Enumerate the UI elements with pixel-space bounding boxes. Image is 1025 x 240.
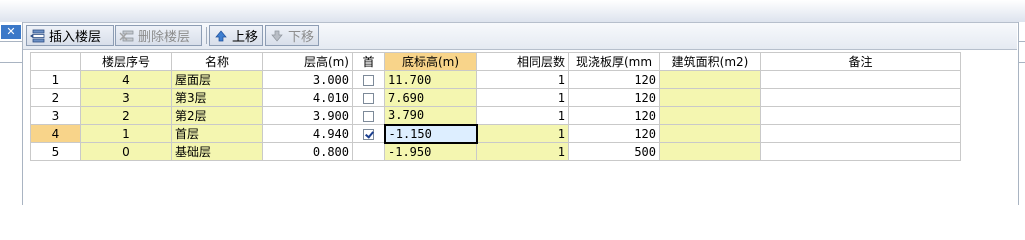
first-floor-cell <box>352 142 385 161</box>
window-top-strip <box>0 0 1025 23</box>
first-floor-checkbox[interactable] <box>363 92 374 104</box>
floor-height-cell[interactable]: 4.010 <box>262 88 353 107</box>
row-number[interactable]: 4 <box>30 124 81 143</box>
column-header[interactable]: 首 <box>352 52 385 71</box>
floor-name-cell[interactable]: 首层 <box>171 124 263 143</box>
row-number-header <box>30 52 81 71</box>
floor-name-cell[interactable]: 第2层 <box>171 106 263 125</box>
first-floor-checkbox[interactable] <box>363 74 374 86</box>
delete-floor-label: 删除楼层 <box>138 30 191 45</box>
column-header-selected[interactable]: 底标高(m) <box>384 52 477 71</box>
bottom-elevation-cell[interactable]: 3.790 <box>384 106 477 125</box>
floor-area-cell[interactable] <box>659 142 761 161</box>
floor-seq-cell[interactable]: 0 <box>80 142 172 161</box>
first-floor-checkbox[interactable] <box>363 110 374 122</box>
table-row[interactable]: 3 2 第2层 3.900 3.790 1 120 <box>30 106 961 125</box>
note-cell[interactable] <box>760 88 961 107</box>
table-row[interactable]: 1 4 屋面层 3.000 11.700 1 120 <box>30 70 961 89</box>
column-header[interactable]: 备注 <box>760 52 961 71</box>
column-header[interactable]: 建筑面积(m2) <box>659 52 761 71</box>
same-floors-cell[interactable]: 1 <box>476 124 569 143</box>
delete-floor-button[interactable]: 删除楼层 <box>115 25 202 46</box>
move-down-label: 下移 <box>288 30 315 45</box>
row-number[interactable]: 5 <box>30 142 81 161</box>
note-cell[interactable] <box>760 124 961 143</box>
first-floor-checkbox[interactable] <box>362 128 374 140</box>
arrow-down-icon <box>269 28 285 44</box>
floor-toolbar: 插入楼层 删除楼层 上移 下移 <box>23 23 1017 50</box>
bottom-elevation-cell[interactable]: 7.690 <box>384 88 477 107</box>
floor-area-cell[interactable] <box>659 70 761 89</box>
bottom-elevation-cell[interactable]: 11.700 <box>384 70 477 89</box>
floor-seq-cell[interactable]: 4 <box>80 70 172 89</box>
left-panel-divider <box>0 62 22 63</box>
table-row-selected[interactable]: 4 1 首层 4.940 -1.150 1 120 <box>30 123 961 144</box>
insert-floor-icon <box>30 28 46 44</box>
column-header[interactable]: 现浇板厚(mm <box>568 52 660 71</box>
same-floors-cell[interactable]: 1 <box>476 142 569 161</box>
table-header-row: 楼层序号 名称 层高(m) 首 底标高(m) 相同层数 现浇板厚(mm 建筑面积… <box>30 52 961 71</box>
arrow-up-icon <box>213 28 229 44</box>
floor-area-cell[interactable] <box>659 106 761 125</box>
insert-floor-button[interactable]: 插入楼层 <box>26 25 114 46</box>
bottom-elevation-cell[interactable]: -1.950 <box>384 142 477 161</box>
close-icon[interactable]: ✕ <box>1 25 21 39</box>
floor-height-cell[interactable]: 0.800 <box>262 142 353 161</box>
row-number[interactable]: 3 <box>30 106 81 125</box>
table-row[interactable]: 5 0 基础层 0.800 -1.950 1 500 <box>30 142 961 161</box>
left-panel-divider <box>0 41 22 42</box>
first-floor-cell[interactable] <box>352 124 385 143</box>
floor-area-cell[interactable] <box>659 124 761 143</box>
slab-thickness-cell[interactable]: 120 <box>568 106 660 125</box>
bottom-elevation-active-cell[interactable]: -1.150 <box>383 123 478 144</box>
right-panel-edge <box>1018 22 1025 205</box>
move-down-button[interactable]: 下移 <box>265 25 319 46</box>
move-up-label: 上移 <box>232 30 259 45</box>
note-cell[interactable] <box>760 142 961 161</box>
right-panel-divider <box>1019 41 1025 42</box>
floor-height-cell[interactable]: 4.940 <box>262 124 353 143</box>
column-header[interactable]: 相同层数 <box>476 52 569 71</box>
column-header[interactable]: 名称 <box>171 52 263 71</box>
floor-seq-cell[interactable]: 1 <box>80 124 172 143</box>
floor-height-cell[interactable]: 3.000 <box>262 70 353 89</box>
first-floor-cell[interactable] <box>352 88 385 107</box>
toolbar-separator <box>206 27 207 44</box>
insert-floor-label: 插入楼层 <box>49 30 102 45</box>
floor-seq-cell[interactable]: 2 <box>80 106 172 125</box>
slab-thickness-cell[interactable]: 500 <box>568 142 660 161</box>
first-floor-cell[interactable] <box>352 70 385 89</box>
same-floors-cell[interactable]: 1 <box>476 88 569 107</box>
floor-name-cell[interactable]: 屋面层 <box>171 70 263 89</box>
left-panel <box>0 22 23 205</box>
right-panel-divider <box>1019 62 1025 63</box>
table-row[interactable]: 2 3 第3层 4.010 7.690 1 120 <box>30 88 961 107</box>
note-cell[interactable] <box>760 106 961 125</box>
floor-name-cell[interactable]: 第3层 <box>171 88 263 107</box>
floor-seq-cell[interactable]: 3 <box>80 88 172 107</box>
note-cell[interactable] <box>760 70 961 89</box>
slab-thickness-cell[interactable]: 120 <box>568 88 660 107</box>
same-floors-cell[interactable]: 1 <box>476 106 569 125</box>
column-header[interactable]: 楼层序号 <box>80 52 172 71</box>
floor-height-cell[interactable]: 3.900 <box>262 106 353 125</box>
floor-area-cell[interactable] <box>659 88 761 107</box>
slab-thickness-cell[interactable]: 120 <box>568 70 660 89</box>
floor-table: 楼层序号 名称 层高(m) 首 底标高(m) 相同层数 现浇板厚(mm 建筑面积… <box>30 52 961 161</box>
slab-thickness-cell[interactable]: 120 <box>568 124 660 143</box>
row-number[interactable]: 1 <box>30 70 81 89</box>
column-header[interactable]: 层高(m) <box>262 52 353 71</box>
first-floor-cell[interactable] <box>352 106 385 125</box>
delete-floor-icon <box>119 28 135 44</box>
same-floors-cell[interactable]: 1 <box>476 70 569 89</box>
move-up-button[interactable]: 上移 <box>209 25 263 46</box>
row-number[interactable]: 2 <box>30 88 81 107</box>
floor-name-cell[interactable]: 基础层 <box>171 142 263 161</box>
